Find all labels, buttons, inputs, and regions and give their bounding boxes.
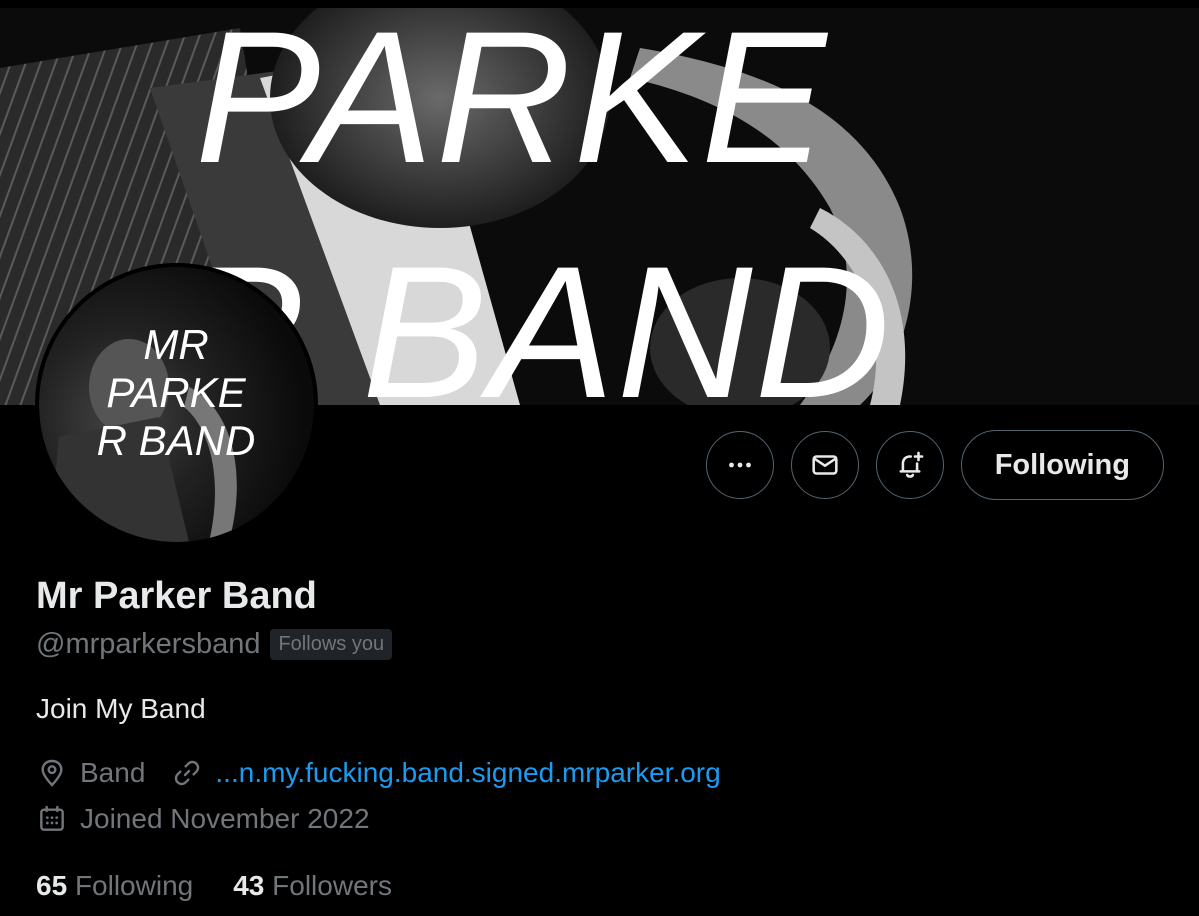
profile-bio: Join My Band	[36, 693, 206, 724]
avatar[interactable]: MR PARKE R BAND	[35, 263, 318, 546]
avatar-line-1: MR	[143, 321, 208, 368]
mail-icon	[812, 455, 838, 475]
profile-meta-row: Band ...n.my.fucking.band.signed.mrparke…	[36, 757, 721, 789]
followers-label: Followers	[272, 870, 392, 901]
following-stat[interactable]: 65 Following	[36, 870, 193, 902]
link-icon	[175, 760, 200, 786]
followers-stat[interactable]: 43 Followers	[233, 870, 392, 902]
notifications-button[interactable]	[875, 431, 944, 499]
location-text: Band	[80, 757, 146, 788]
handle-row: @mrparkersband Follows you	[36, 628, 393, 661]
profile-joined-row: Joined November 2022	[36, 803, 370, 835]
joined-text: Joined November 2022	[80, 803, 370, 834]
followers-count: 43	[233, 870, 265, 901]
avatar-graphic: MR PARKE R BAND	[49, 321, 256, 542]
bell-plus-icon	[899, 451, 924, 478]
profile-joined: Joined November 2022	[36, 803, 370, 835]
calendar-icon	[40, 805, 64, 831]
avatar-line-2: PARKE	[106, 369, 246, 416]
following-button[interactable]: Following	[960, 430, 1164, 500]
location-pin-icon	[41, 759, 63, 787]
profile-actions: Following	[705, 430, 1164, 500]
profile-location: Band	[36, 757, 145, 789]
more-horizontal-icon	[728, 462, 751, 468]
follows-you-badge: Follows you	[270, 629, 393, 660]
profile-website: ...n.my.fucking.band.signed.mrparker.org	[171, 757, 721, 789]
profile-stats: 65 Following 43 Followers	[36, 870, 392, 902]
banner-line-1: PARKE	[195, 8, 829, 202]
message-button[interactable]	[790, 431, 859, 499]
avatar-line-3: R BAND	[97, 417, 256, 464]
more-button[interactable]	[705, 431, 774, 499]
profile-name: Mr Parker Band	[36, 575, 317, 617]
profile-handle: @mrparkersband	[36, 628, 261, 660]
following-count: 65	[36, 870, 68, 901]
following-label: Following	[74, 870, 194, 901]
avatar-image: MR PARKE R BAND	[39, 267, 314, 542]
website-link[interactable]: ...n.my.fucking.band.signed.mrparker.org	[215, 757, 720, 789]
